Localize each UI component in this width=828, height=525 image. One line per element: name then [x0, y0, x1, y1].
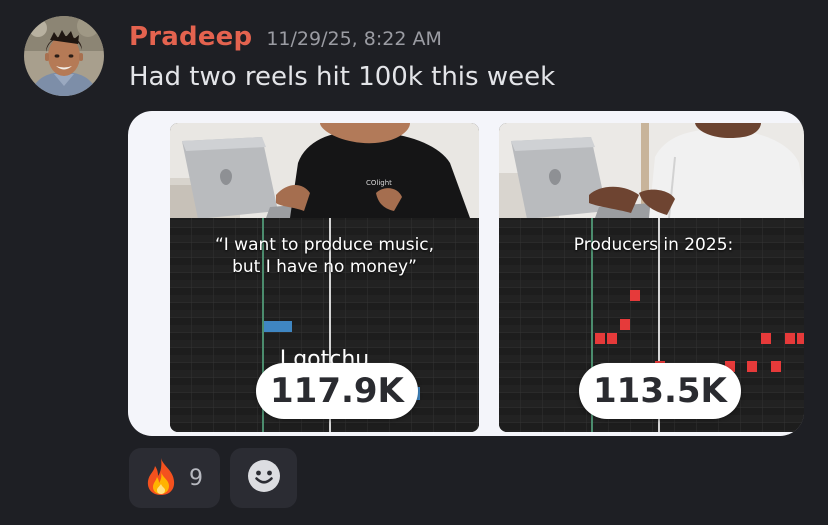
reel-thumbnail-1[interactable]: COlight “I want to produce music, but I … [170, 123, 479, 432]
smile-icon [247, 459, 281, 497]
author-name[interactable]: Pradeep [129, 22, 252, 52]
add-reaction-button[interactable] [230, 448, 297, 508]
message-header: Pradeep 11/29/25, 8:22 AM [129, 22, 442, 56]
reel-thumbnail-2[interactable]: Producers in 2025: 113.5K [499, 123, 804, 432]
chat-message: Pradeep 11/29/25, 8:22 AM Had two reels … [0, 0, 828, 525]
reaction-bar: 9 [129, 448, 297, 508]
reel-1-view-count: 117.9K [256, 363, 418, 419]
shirt-logo: COlight [366, 179, 392, 187]
fire-reaction-button[interactable]: 9 [129, 448, 220, 508]
fire-icon [143, 456, 179, 500]
fire-reaction-count: 9 [189, 465, 203, 491]
reel-2-caption: Producers in 2025: [573, 235, 734, 255]
reel-2-view-count: 113.5K [579, 363, 741, 419]
message-timestamp[interactable]: 11/29/25, 8:22 AM [266, 28, 442, 50]
message-text: Had two reels hit 100k this week [129, 62, 556, 92]
reel-1-caption: “I want to produce music, but I have no … [214, 235, 435, 277]
media-embed: COlight “I want to produce music, but I … [128, 111, 804, 436]
avatar[interactable] [24, 16, 104, 96]
